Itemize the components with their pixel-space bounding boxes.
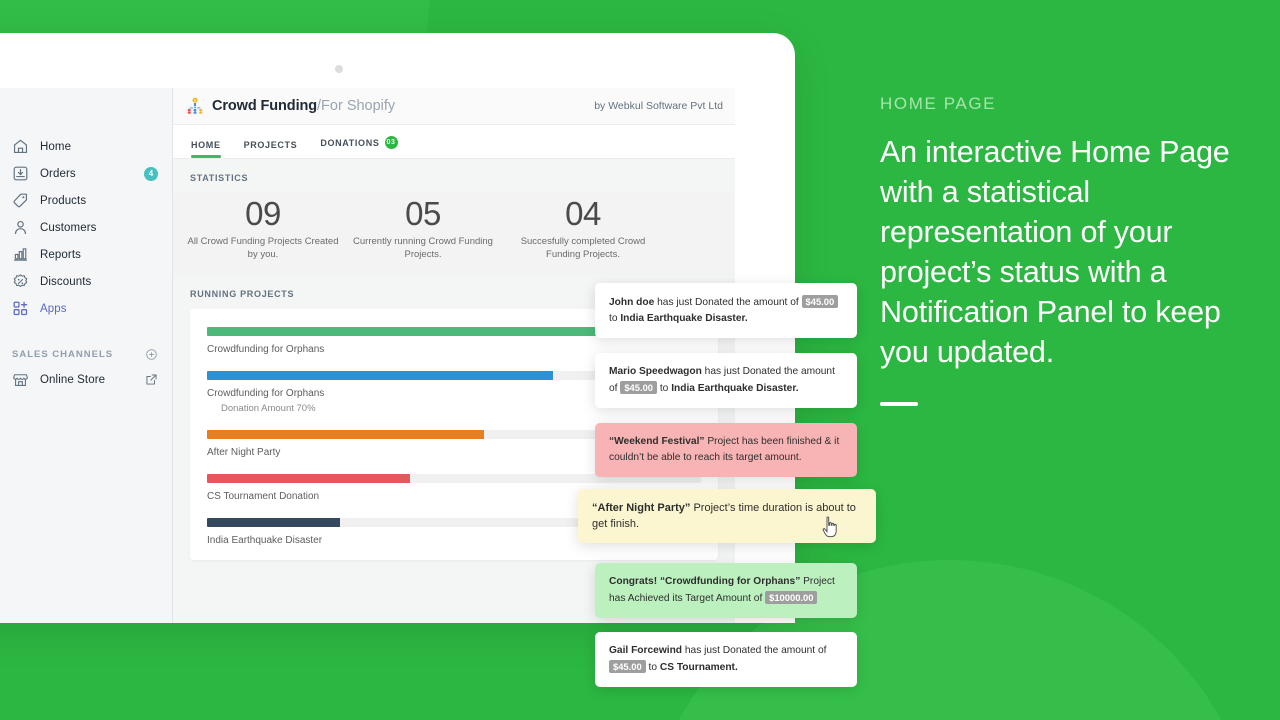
statistic-card: 09 All Crowd Funding Projects Created by …	[183, 193, 343, 275]
svg-text:$: $	[194, 99, 196, 103]
notification-amount-badge: $45.00	[609, 660, 646, 673]
sidebar-item-orders[interactable]: Orders 4	[0, 160, 172, 187]
notification-text: India Earthquake Disaster.	[671, 383, 799, 394]
notification-card-donation[interactable]: Mario Speedwagon has just Donated the am…	[595, 353, 857, 408]
statistic-value: 09	[245, 195, 281, 232]
app-subtitle: /For Shopify	[317, 98, 396, 114]
external-link-icon[interactable]	[145, 373, 158, 386]
notification-text: Congrats! “Crowdfunding for Orphans”	[609, 576, 801, 587]
tab-label: DONATIONS	[320, 138, 380, 148]
notification-text: has just Donated the amount of	[682, 645, 827, 656]
notification-amount-badge: $10000.00	[765, 591, 818, 604]
notification-text: Mario Speedwagon	[609, 366, 702, 377]
notification-text: India Earthquake Disaster.	[620, 313, 748, 324]
statistic-description: Currently running Crowd Funding Projects…	[353, 236, 493, 260]
orders-icon	[12, 165, 29, 182]
mouse-cursor-icon	[822, 516, 839, 538]
plus-circle-icon[interactable]	[145, 348, 158, 361]
sidebar-channel-label: Online Store	[40, 373, 106, 386]
sidebar-item-discounts[interactable]: Discounts	[0, 268, 172, 295]
tab-label: HOME	[191, 140, 221, 150]
discounts-icon	[12, 273, 29, 290]
sidebar-item-label: Orders	[40, 167, 76, 180]
reports-icon	[12, 246, 29, 263]
copy-panel: HOME PAGE An interactive Home Page with …	[880, 94, 1240, 406]
tab-label: PROJECTS	[243, 140, 298, 150]
notification-text: CS Tournament.	[659, 662, 738, 673]
app-vendor-line: by Webkul Software Pvt Ltd	[594, 100, 723, 112]
project-progress-fill	[207, 518, 341, 527]
sales-channels-header: SALES CHANNELS	[0, 342, 172, 366]
products-icon	[12, 192, 29, 209]
app-header-bar: $ Crowd Funding /For Shopify by Webkul S…	[173, 88, 735, 125]
notification-text: John doe	[609, 297, 655, 308]
notification-text: has just Donated the amount of	[654, 297, 802, 308]
notification-card-donation[interactable]: Gail Forcewind has just Donated the amou…	[595, 632, 857, 687]
statistic-value: 04	[565, 195, 601, 232]
home-icon	[12, 138, 29, 155]
slide-stage: Home Orders 4 Products Customers Reports Disco…	[0, 0, 1280, 720]
sidebar-item-label: Discounts	[40, 275, 92, 288]
app-title: Crowd Funding	[212, 98, 318, 114]
crowdfunding-logo-icon: $	[186, 97, 204, 115]
notification-text: “Weekend Festival”	[609, 436, 705, 447]
statistic-description: Succesfully completed Crowd Funding Proj…	[520, 236, 646, 260]
sidebar-item-products[interactable]: Products	[0, 187, 172, 214]
statistic-card: 05 Currently running Crowd Funding Projec…	[343, 193, 503, 275]
notification-text: to	[609, 313, 621, 324]
notification-card-success[interactable]: Congrats! “Crowdfunding for Orphans” Pro…	[595, 563, 857, 618]
app-tab-bar: HOME PROJECTS DONATIONS 03	[173, 125, 735, 159]
copy-kicker: HOME PAGE	[880, 94, 997, 113]
sidebar-item-apps[interactable]: Apps	[0, 295, 172, 322]
sales-channels-label: SALES CHANNELS	[12, 348, 114, 360]
sidebar-item-reports[interactable]: Reports	[0, 241, 172, 268]
statistic-value: 05	[405, 195, 441, 232]
tab-donations[interactable]: DONATIONS 03	[320, 136, 398, 158]
notification-amount-badge: $45.00	[620, 381, 658, 394]
notification-card-failed[interactable]: “Weekend Festival” Project has been fini…	[595, 423, 857, 477]
sidebar-item-badge: 4	[144, 166, 158, 181]
copy-rule-divider	[880, 402, 918, 406]
tab-projects[interactable]: PROJECTS	[244, 140, 298, 158]
statistics-card: 09 All Crowd Funding Projects Created by …	[173, 193, 735, 275]
statistic-description: All Crowd Funding Projects Created by yo…	[187, 236, 339, 260]
project-progress-fill	[207, 371, 553, 380]
sidebar-item-label: Customers	[40, 221, 97, 234]
notification-text: “After Night Party”	[592, 502, 691, 514]
customers-icon	[12, 219, 29, 236]
statistic-card: 04 Succesfully completed Crowd Funding Pr…	[503, 193, 663, 275]
sidebar-item-home[interactable]: Home	[0, 133, 172, 160]
sidebar-item-customers[interactable]: Customers	[0, 214, 172, 241]
store-icon	[12, 371, 29, 388]
sidebar-item-label: Products	[40, 194, 87, 207]
statistics-section-label: STATISTICS	[190, 173, 249, 183]
project-progress-fill	[207, 474, 410, 483]
webcam-dot	[335, 65, 343, 73]
sidebar-channel-online-store[interactable]: Online Store	[0, 366, 172, 393]
tab-badge: 03	[384, 136, 398, 149]
copy-headline: An interactive Home Page with a statisti…	[880, 135, 1230, 369]
sidebar-item-label: Home	[40, 140, 72, 153]
notification-text: Gail Forcewind	[609, 645, 683, 656]
sidebar-item-label: Reports	[40, 248, 81, 261]
notification-text: to	[657, 383, 672, 394]
sidebar-item-label: Apps	[40, 302, 67, 315]
apps-icon	[12, 300, 29, 317]
notification-text: to	[645, 662, 660, 673]
shopify-sidebar: Home Orders 4 Products Customers Reports Disco…	[0, 88, 173, 623]
notification-amount-badge: $45.00	[801, 295, 839, 308]
tab-home[interactable]: HOME	[191, 140, 221, 158]
project-progress-fill	[207, 430, 484, 439]
notification-card-donation[interactable]: John doe has just Donated the amount of …	[595, 283, 857, 338]
